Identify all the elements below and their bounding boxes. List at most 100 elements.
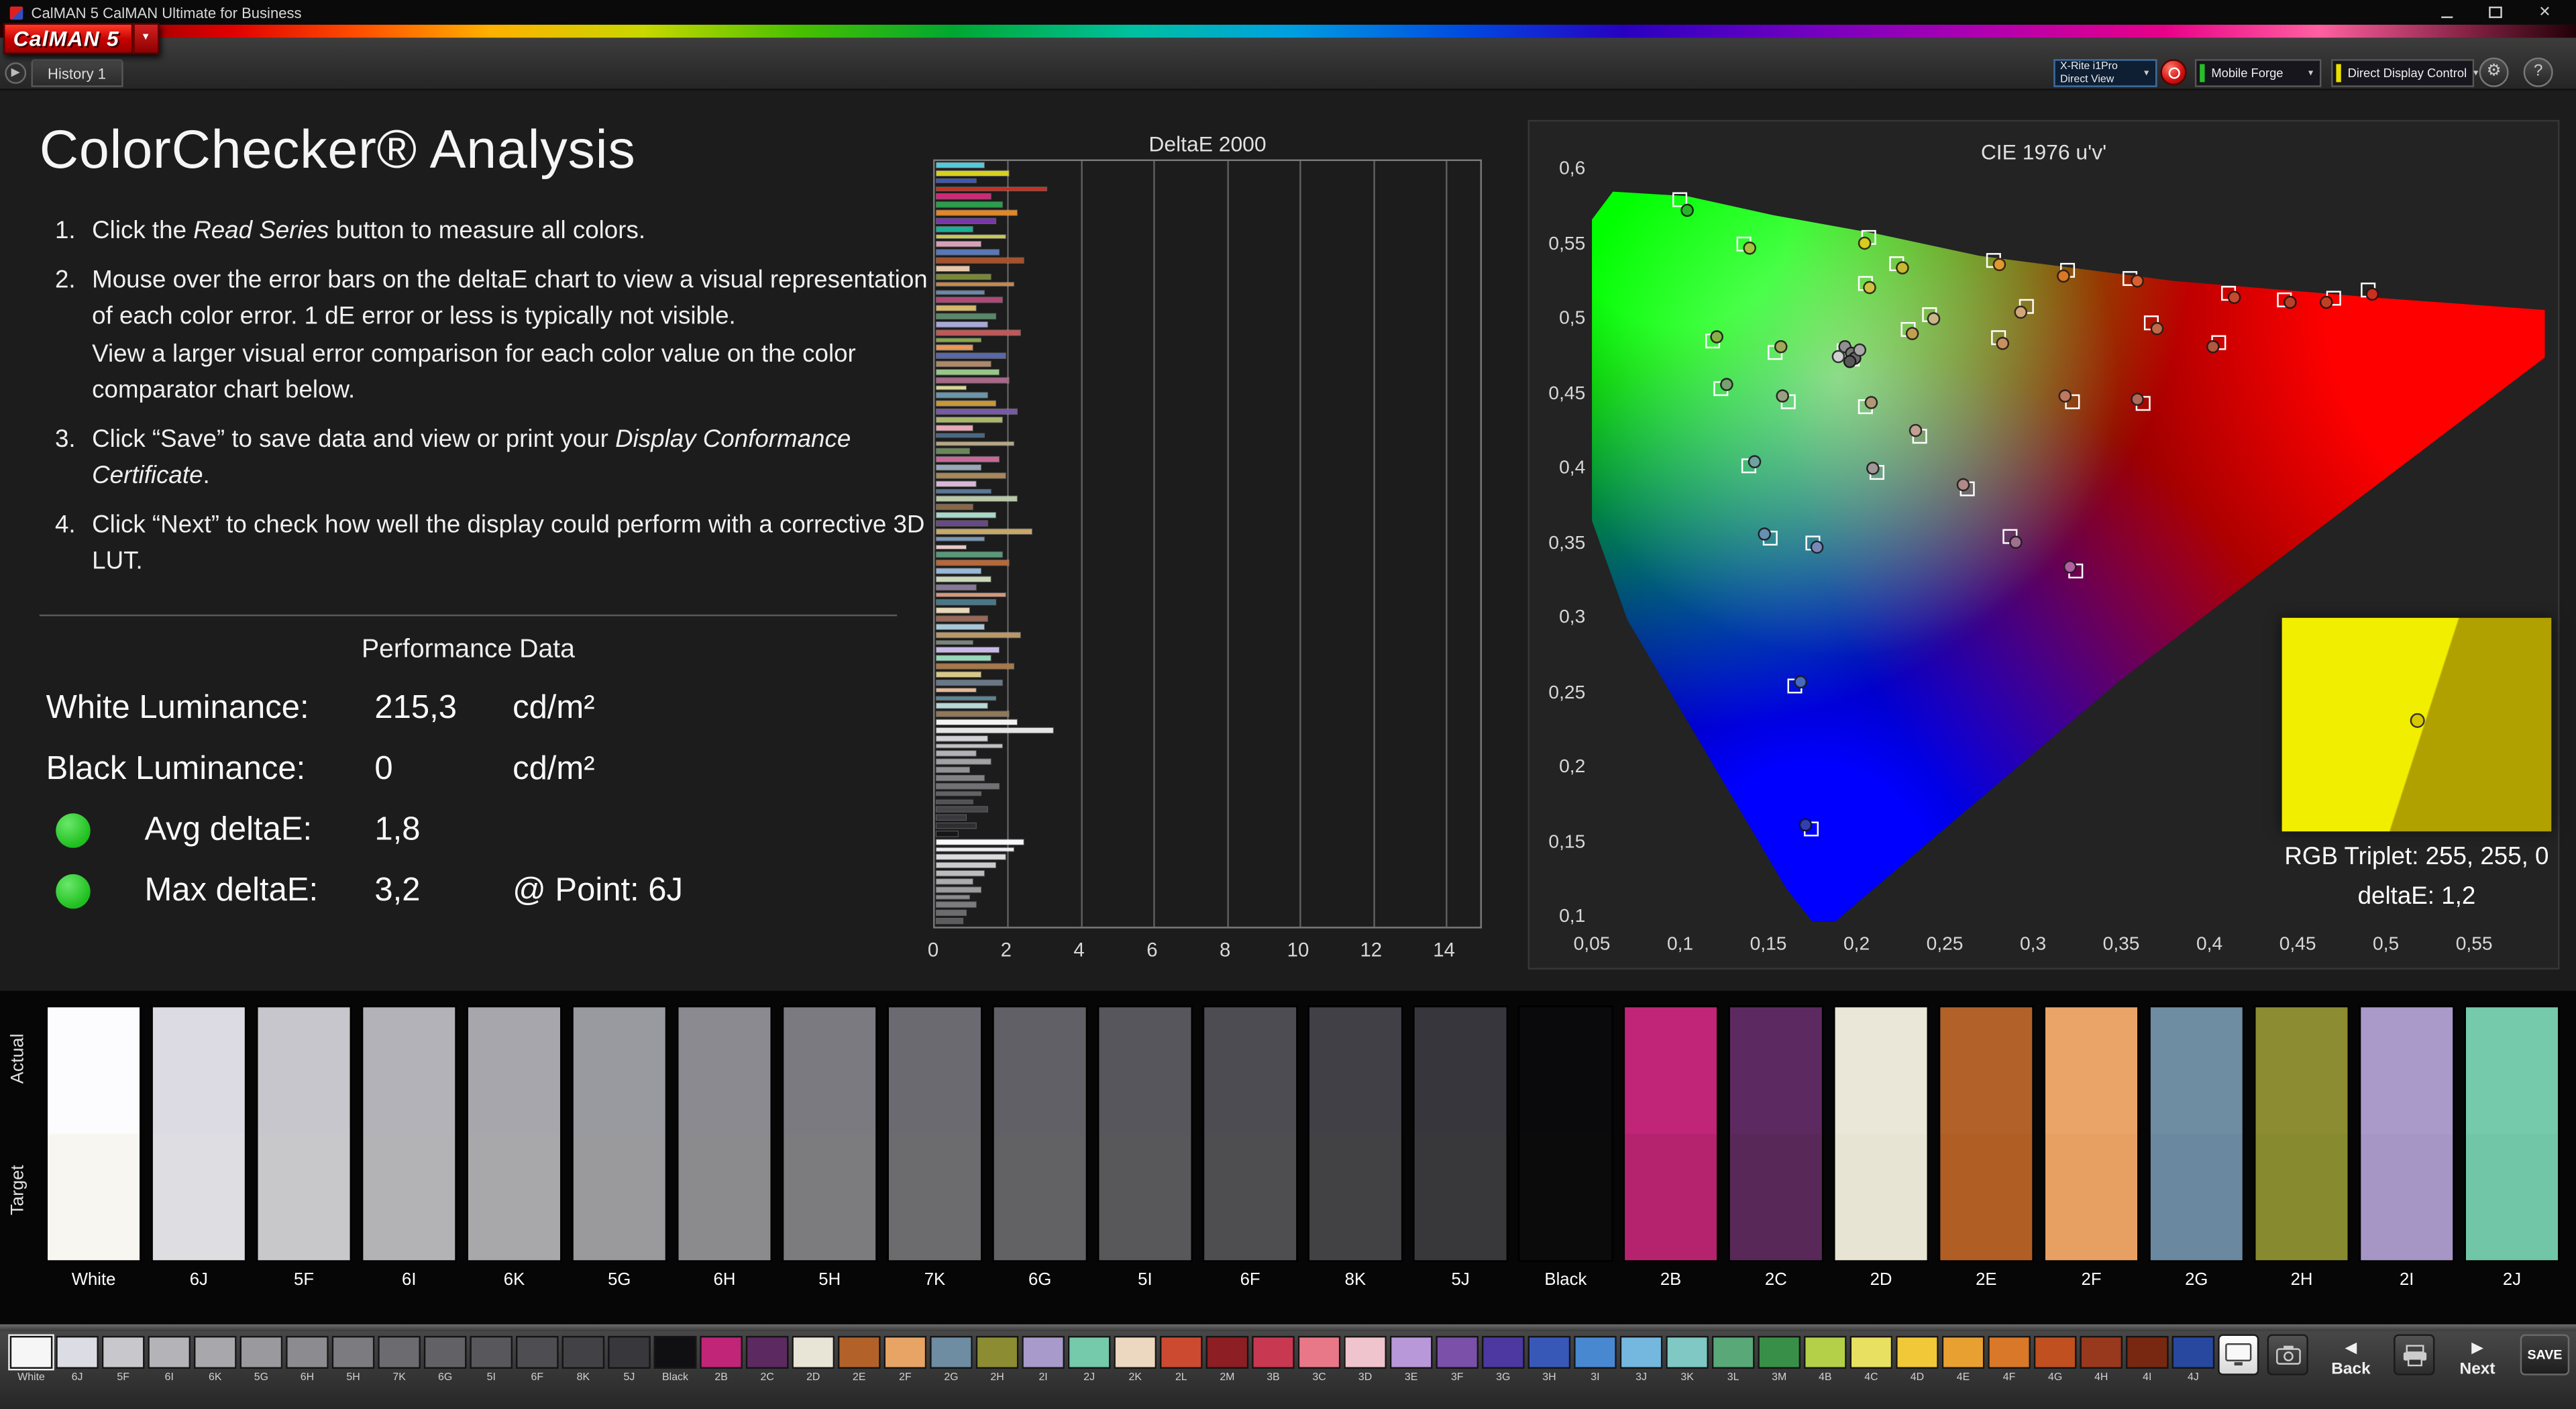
- deltae-bar[interactable]: [936, 664, 1014, 669]
- filmstrip-swatch[interactable]: 3E: [1389, 1336, 1433, 1383]
- deltae-bar[interactable]: [936, 632, 1021, 637]
- filmstrip-swatch[interactable]: 2G: [930, 1336, 973, 1383]
- deltae-bar[interactable]: [936, 290, 984, 295]
- filmstrip-swatch[interactable]: 4I: [2125, 1336, 2169, 1383]
- source-dropdown[interactable]: Mobile Forge ▼: [2194, 59, 2322, 87]
- filmstrip-swatch[interactable]: 4D: [1896, 1336, 1939, 1383]
- comparator-view-button[interactable]: [2218, 1334, 2259, 1375]
- deltae-bar[interactable]: [936, 377, 1010, 382]
- filmstrip-swatch[interactable]: 3F: [1436, 1336, 1479, 1383]
- deltae-bar[interactable]: [936, 242, 981, 247]
- history-nav-button[interactable]: ▶: [5, 62, 27, 84]
- filmstrip-swatch[interactable]: 5J: [608, 1336, 651, 1383]
- filmstrip-swatch[interactable]: 4H: [2080, 1336, 2123, 1383]
- filmstrip-swatch[interactable]: 3D: [1344, 1336, 1387, 1383]
- deltae-bar[interactable]: [936, 473, 1006, 478]
- deltae-bar[interactable]: [936, 919, 962, 924]
- capture-button[interactable]: [2267, 1334, 2308, 1375]
- deltae-bar[interactable]: [936, 321, 988, 327]
- deltae-bar[interactable]: [936, 449, 969, 454]
- filmstrip-swatch[interactable]: 2C: [745, 1336, 789, 1383]
- filmstrip-swatch[interactable]: 2F: [883, 1336, 927, 1383]
- back-button[interactable]: ◄ Back: [2316, 1335, 2385, 1379]
- deltae-bar[interactable]: [936, 457, 999, 462]
- deltae-bar[interactable]: [936, 871, 984, 876]
- deltae-bar[interactable]: [936, 544, 966, 550]
- deltae-bar[interactable]: [936, 847, 1014, 852]
- filmstrip-swatch[interactable]: 2B: [700, 1336, 743, 1383]
- filmstrip-swatch[interactable]: 3L: [1711, 1336, 1755, 1383]
- help-button[interactable]: ?: [2523, 57, 2553, 87]
- deltae-bar[interactable]: [936, 600, 995, 605]
- deltae-bar[interactable]: [936, 735, 988, 741]
- deltae-bar[interactable]: [936, 760, 991, 764]
- deltae-bar[interactable]: [936, 799, 973, 804]
- deltae-bar[interactable]: [936, 560, 1010, 566]
- deltae-bar[interactable]: [936, 465, 981, 470]
- filmstrip-swatch[interactable]: 4G: [2033, 1336, 2077, 1383]
- deltae-bar[interactable]: [936, 719, 1017, 725]
- filmstrip-swatch[interactable]: 6H: [286, 1336, 329, 1383]
- deltae-bar[interactable]: [936, 313, 995, 319]
- deltae-bar[interactable]: [936, 704, 988, 709]
- meter-status-button[interactable]: [2160, 59, 2187, 86]
- deltae-bar[interactable]: [936, 863, 995, 868]
- display-control-dropdown[interactable]: Direct Display Control ▼: [2331, 59, 2480, 87]
- deltae-bar[interactable]: [936, 354, 1006, 358]
- filmstrip-swatch[interactable]: White: [9, 1336, 53, 1383]
- filmstrip-swatch[interactable]: 4C: [1849, 1336, 1893, 1383]
- deltae-bar[interactable]: [936, 751, 977, 757]
- deltae-bar[interactable]: [936, 529, 1032, 533]
- deltae-bar[interactable]: [936, 274, 991, 279]
- deltae-bar[interactable]: [936, 656, 991, 661]
- filmstrip-swatch[interactable]: 4B: [1803, 1336, 1847, 1383]
- deltae-bar[interactable]: [936, 505, 973, 510]
- deltae-bar[interactable]: [936, 305, 977, 311]
- deltae-bar[interactable]: [936, 886, 981, 892]
- filmstrip-swatch[interactable]: 2I: [1022, 1336, 1065, 1383]
- filmstrip-swatch[interactable]: 6G: [423, 1336, 467, 1383]
- deltae-bar[interactable]: [936, 552, 1002, 558]
- deltae-bar[interactable]: [936, 894, 969, 900]
- filmstrip-swatch[interactable]: 5F: [101, 1336, 145, 1383]
- deltae-bar[interactable]: [936, 337, 981, 343]
- deltae-bar[interactable]: [936, 258, 1024, 263]
- deltae-bar[interactable]: [936, 210, 1017, 215]
- filmstrip-swatch[interactable]: 2K: [1114, 1336, 1157, 1383]
- deltae-bar[interactable]: [936, 250, 999, 255]
- filmstrip-swatch[interactable]: Black: [653, 1336, 697, 1383]
- deltae-bar[interactable]: [936, 170, 1010, 176]
- deltae-bar[interactable]: [936, 910, 966, 916]
- deltae-bar[interactable]: [936, 497, 1017, 502]
- deltae-bar[interactable]: [936, 767, 969, 772]
- deltae-bar[interactable]: [936, 266, 969, 271]
- deltae-bar[interactable]: [936, 393, 988, 399]
- deltae-bar[interactable]: [936, 592, 1006, 597]
- filmstrip-swatch[interactable]: 2E: [837, 1336, 881, 1383]
- filmstrip-swatch[interactable]: 2L: [1159, 1336, 1203, 1383]
- deltae-bar[interactable]: [936, 521, 988, 526]
- filmstrip-swatch[interactable]: 5G: [239, 1336, 283, 1383]
- deltae-bar[interactable]: [936, 480, 977, 486]
- deltae-bar[interactable]: [936, 425, 973, 430]
- filmstrip-swatch[interactable]: 2D: [792, 1336, 835, 1383]
- deltae-bar[interactable]: [936, 855, 1006, 860]
- calman-logo-menu[interactable]: CalMAN 5 ▼: [3, 23, 159, 54]
- deltae-bar[interactable]: [936, 584, 977, 589]
- deltae-bar[interactable]: [936, 672, 981, 677]
- filmstrip-swatch[interactable]: 4F: [1988, 1336, 2031, 1383]
- filmstrip-swatch[interactable]: 6F: [515, 1336, 559, 1383]
- deltae-bar[interactable]: [936, 178, 977, 184]
- deltae-bar[interactable]: [936, 902, 977, 908]
- filmstrip-swatch[interactable]: 3K: [1666, 1336, 1709, 1383]
- deltae-bar[interactable]: [936, 576, 991, 582]
- deltae-bar[interactable]: [936, 807, 988, 813]
- deltae-bar[interactable]: [936, 791, 981, 796]
- deltae-bar[interactable]: [936, 536, 984, 541]
- meter-dropdown[interactable]: X-Rite i1Pro Direct View ▼: [2053, 59, 2157, 87]
- deltae-bar[interactable]: [936, 815, 966, 821]
- tab-history-1[interactable]: History 1: [31, 59, 123, 87]
- filmstrip-swatch[interactable]: 3B: [1252, 1336, 1295, 1383]
- deltae-bar[interactable]: [936, 648, 999, 653]
- deltae-bar[interactable]: [936, 680, 1002, 685]
